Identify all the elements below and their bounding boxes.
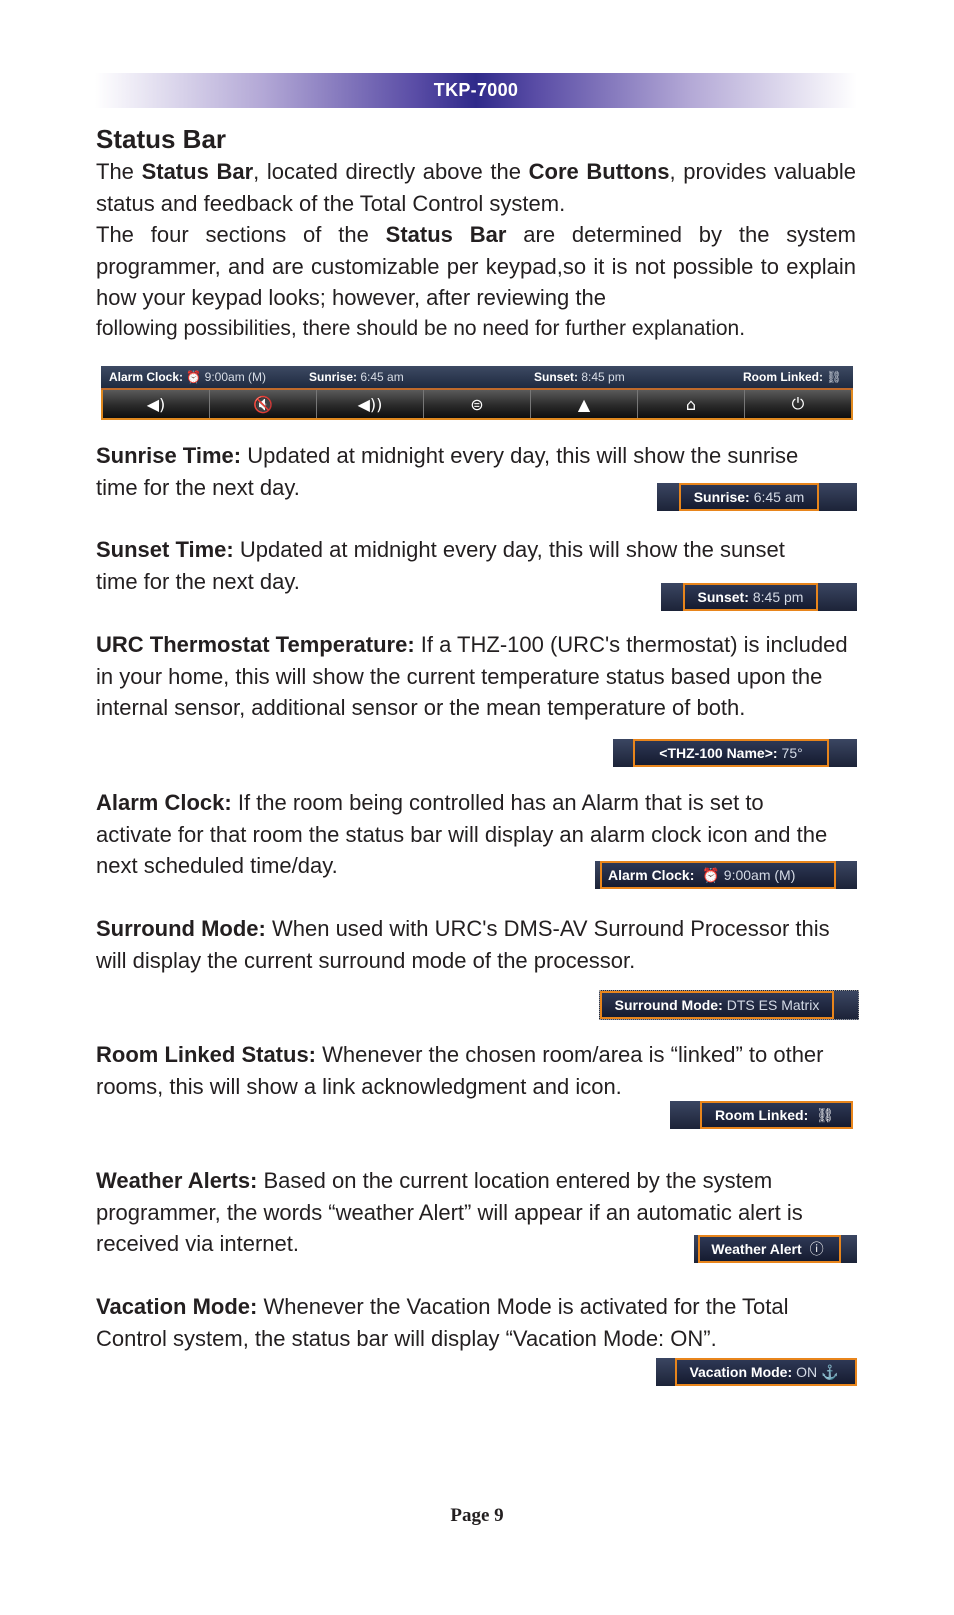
text: The [96, 159, 142, 184]
sb-alarm: Alarm Clock: ⏰ 9:00am (M) [109, 370, 267, 384]
intro-paragraph-1: The Status Bar, located directly above t… [96, 156, 856, 219]
home-button[interactable]: ⌂ [638, 390, 745, 418]
bold-text: Status Bar [385, 222, 507, 247]
sb-room-linked: Room Linked: ⛓ [743, 370, 842, 384]
power-icon: ⏻ [791, 394, 805, 413]
header-title: TKP-7000 [433, 80, 519, 100]
menu-icon: ⊜ [470, 394, 484, 414]
alarm-clock-icon: ⏰ [186, 370, 202, 384]
volume-up-button[interactable]: ◀)) [317, 390, 424, 418]
status-bar-illustration: Alarm Clock: ⏰ 9:00am (M) Sunrise: 6:45 … [101, 366, 853, 420]
vacation-mode-badge: Vacation Mode: ON ⚓ [656, 1358, 857, 1386]
sunrise-badge: Sunrise: 6:45 am [657, 483, 857, 511]
power-button[interactable]: ⏻ [745, 390, 851, 418]
up-arrow-icon: ▲ [577, 394, 591, 414]
header-band: TKP-7000 [95, 73, 857, 108]
thermostat-badge: <THZ-100 Name>: 75° [613, 739, 857, 767]
room-linked-description: Room Linked Status: Whenever the chosen … [96, 1042, 824, 1099]
mute-button[interactable]: 🔇 [210, 390, 317, 418]
alarm-clock-badge: Alarm Clock: ⏰ 9:00am (M) [595, 861, 857, 889]
sb-sunrise: Sunrise: 6:45 am [309, 370, 404, 384]
surround-mode-badge: Surround Mode: DTS ES Matrix [599, 990, 859, 1020]
alert-icon: ⓘ [809, 1241, 824, 1257]
intro-paragraph-2: The four sections of the Status Bar are … [96, 219, 856, 314]
sunset-badge: Sunset: 8:45 pm [661, 583, 857, 611]
text: The four sections of the [96, 222, 386, 247]
link-icon: ⛓ [816, 1106, 835, 1123]
page-number: Page 9 [450, 1505, 504, 1526]
text: , located directly above the [253, 159, 529, 184]
thermostat-description: URC Thermostat Temperature: If a THZ-100… [96, 632, 848, 720]
up-button[interactable]: ▲ [531, 390, 638, 418]
vacation-mode-description: Vacation Mode: Whenever the Vacation Mod… [96, 1294, 789, 1351]
weather-alert-badge: Weather Alert ⓘ [694, 1235, 857, 1263]
bold-text: Core Buttons [528, 159, 670, 184]
volume-down-icon: ◀) [146, 394, 166, 414]
sb-sunset: Sunset: 8:45 pm [534, 370, 625, 384]
volume-up-icon: ◀)) [357, 394, 383, 414]
section-title: Status Bar [96, 124, 227, 154]
home-icon: ⌂ [685, 394, 697, 414]
menu-button[interactable]: ⊜ [424, 390, 531, 418]
link-icon: ⛓ [826, 370, 842, 384]
vacation-icon: ⚓ [821, 1363, 839, 1380]
status-bar-top: Alarm Clock: ⏰ 9:00am (M) Sunrise: 6:45 … [101, 366, 853, 390]
mute-icon: 🔇 [253, 394, 273, 414]
core-buttons: ◀) 🔇 ◀)) ⊜ ▲ ⌂ ⏻ [101, 390, 853, 420]
bold-text: Status Bar [141, 159, 254, 184]
surround-mode-description: Surround Mode: When used with URC's DMS-… [96, 916, 830, 973]
volume-down-button[interactable]: ◀) [103, 390, 210, 418]
alarm-clock-icon: ⏰ [702, 866, 720, 883]
intro-paragraph-2-last: following possibilities, there should be… [96, 317, 746, 340]
room-linked-badge: Room Linked: ⛓ [670, 1101, 853, 1129]
